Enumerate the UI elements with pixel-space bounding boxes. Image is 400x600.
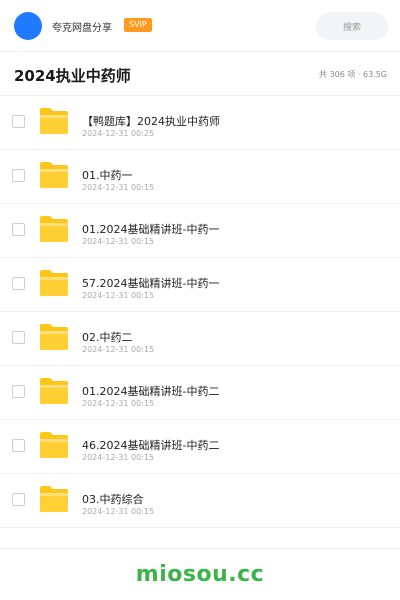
folder-icon — [40, 270, 68, 296]
list-item[interactable]: 57.2024基础精讲班-中药一 2024-12-31 00:15 — [0, 258, 400, 312]
watermark-text: miosou.cc — [135, 562, 265, 587]
file-date: 2024-12-31 00:25 — [82, 129, 155, 138]
file-name: 【鸭题库】2024执业中药师 — [82, 115, 220, 128]
file-name: 03.中药综合 — [82, 493, 144, 506]
file-date: 2024-12-31 00:15 — [82, 453, 155, 462]
list-item[interactable]: 01.2024基础精讲班-中药二 2024-12-31 00:15 — [0, 366, 400, 420]
list-item[interactable]: 46.2024基础精讲班-中药二 2024-12-31 00:15 — [0, 420, 400, 474]
search-button[interactable]: 搜索 — [316, 12, 388, 40]
list-item[interactable]: 02.中药二 2024-12-31 00:15 — [0, 312, 400, 366]
list-item[interactable]: 【鸭题库】2024执业中药师 2024-12-31 00:25 — [0, 96, 400, 150]
file-name: 01.2024基础精讲班-中药二 — [82, 385, 220, 398]
checkbox[interactable] — [12, 169, 25, 182]
file-date: 2024-12-31 00:15 — [82, 291, 155, 300]
checkbox[interactable] — [12, 385, 25, 398]
checkbox[interactable] — [12, 331, 25, 344]
folder-icon — [40, 486, 68, 512]
folder-summary: 共 306 项 · 63.5G — [319, 70, 387, 79]
file-date: 2024-12-31 00:15 — [82, 345, 155, 354]
folder-icon — [40, 324, 68, 350]
app-root: 夸克网盘分享 SVIP 搜索 2024执业中药师 共 306 项 · 63.5G… — [0, 0, 400, 600]
checkbox[interactable] — [12, 277, 25, 290]
checkbox[interactable] — [12, 115, 25, 128]
file-date: 2024-12-31 00:15 — [82, 399, 155, 408]
file-list: 【鸭题库】2024执业中药师 2024-12-31 00:25 01.中药一 2… — [0, 96, 400, 528]
header: 夸克网盘分享 SVIP 搜索 — [0, 0, 400, 52]
avatar[interactable] — [14, 12, 42, 40]
checkbox[interactable] — [12, 439, 25, 452]
checkbox[interactable] — [12, 493, 25, 506]
page-title: 2024执业中药师 — [14, 67, 131, 85]
folder-icon — [40, 162, 68, 188]
folder-icon — [40, 216, 68, 242]
file-date: 2024-12-31 00:15 — [82, 507, 155, 516]
list-item[interactable]: 01.中药一 2024-12-31 00:15 — [0, 150, 400, 204]
svip-badge: SVIP — [124, 18, 152, 32]
file-name: 57.2024基础精讲班-中药一 — [82, 277, 220, 290]
search-label: 搜索 — [342, 22, 361, 33]
file-name: 46.2024基础精讲班-中药二 — [82, 439, 220, 452]
file-name: 01.2024基础精讲班-中药一 — [82, 223, 220, 236]
folder-icon — [40, 108, 68, 134]
checkbox[interactable] — [12, 223, 25, 236]
file-date: 2024-12-31 00:15 — [82, 237, 155, 246]
list-item[interactable]: 01.2024基础精讲班-中药一 2024-12-31 00:15 — [0, 204, 400, 258]
folder-icon — [40, 378, 68, 404]
file-name: 02.中药二 — [82, 331, 133, 344]
file-date: 2024-12-31 00:15 — [82, 183, 155, 192]
title-bar: 2024执业中药师 共 306 项 · 63.5G — [0, 52, 400, 96]
footer: miosou.cc — [0, 548, 400, 600]
folder-icon — [40, 432, 68, 458]
list-item[interactable]: 03.中药综合 2024-12-31 00:15 — [0, 474, 400, 528]
file-name: 01.中药一 — [82, 169, 133, 182]
username: 夸克网盘分享 — [52, 23, 112, 34]
